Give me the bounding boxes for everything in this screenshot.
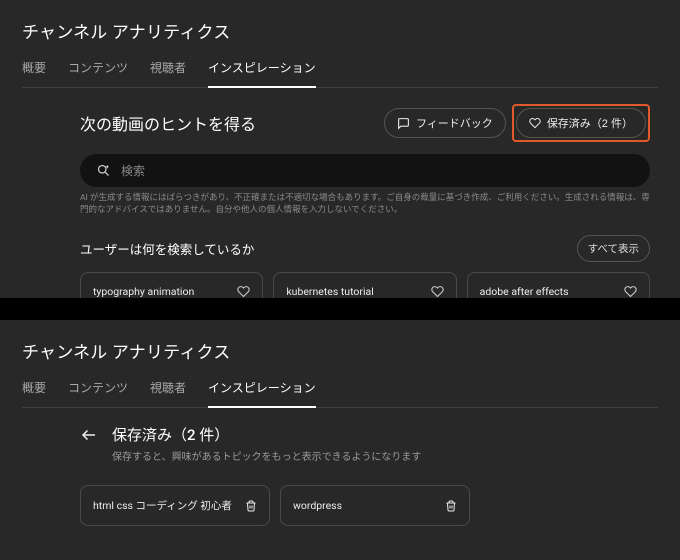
heart-icon[interactable] (237, 285, 250, 298)
chip-label: kubernetes tutorial (286, 285, 430, 298)
show-all-button-1[interactable]: すべて表示 (577, 235, 650, 262)
saved-chip[interactable]: html css コーディング 初心者 (80, 485, 270, 526)
saved-label: 保存済み（2 件） (547, 115, 633, 131)
tab-inspiration[interactable]: インスピレーション (208, 59, 316, 88)
heading-row: 次の動画のヒントを得る フィードバック 保存済み（2 件） (80, 104, 650, 142)
saved-chip[interactable]: wordpress (280, 485, 470, 526)
section-user-searches-header: ユーザーは何を検索しているか すべて表示 (80, 235, 650, 262)
search-chip[interactable]: typography animation (80, 272, 263, 298)
feedback-icon (397, 117, 410, 130)
tab-audience[interactable]: 視聴者 (150, 379, 186, 407)
chip-label: html css コーディング 初心者 (93, 498, 245, 513)
tabs-bar: 概要 コンテンツ 視聴者 インスピレーション (22, 379, 658, 408)
tab-content[interactable]: コンテンツ (68, 379, 128, 407)
heart-icon[interactable] (431, 285, 444, 298)
tabs-bar: 概要 コンテンツ 視聴者 インスピレーション (22, 59, 658, 88)
heart-icon[interactable] (624, 285, 637, 298)
chip-label: wordpress (293, 499, 445, 512)
saved-heading-row: 保存済み（2 件） 保存すると、興味があるトピックをもっと表示できるようになりま… (80, 424, 650, 481)
search-chip[interactable]: adobe after effects (467, 272, 650, 298)
ai-disclaimer: AI が生成する情報にはばらつきがあり、不正確または不適切な場合もあります。ご自… (80, 193, 650, 217)
saved-title: 保存済み（2 件） (112, 424, 421, 445)
panel-gap (0, 298, 680, 320)
inspiration-content: 次の動画のヒントを得る フィードバック 保存済み（2 件） (22, 104, 658, 298)
search-bar[interactable] (80, 154, 650, 187)
chip-label: adobe after effects (480, 285, 624, 298)
saved-subtitle: 保存すると、興味があるトピックをもっと表示できるようになります (112, 448, 421, 463)
tab-overview[interactable]: 概要 (22, 59, 46, 87)
saved-heading-block: 保存済み（2 件） 保存すると、興味があるトピックをもっと表示できるようになりま… (112, 424, 421, 481)
section-title-searches: ユーザーは何を検索しているか (80, 239, 577, 258)
tab-content[interactable]: コンテンツ (68, 59, 128, 87)
analytics-panel-top: チャンネル アナリティクス 概要 コンテンツ 視聴者 インスピレーション 次の動… (0, 0, 680, 298)
back-button[interactable] (80, 424, 98, 444)
heart-icon (529, 117, 541, 129)
section-heading: 次の動画のヒントを得る (80, 111, 384, 135)
search-input[interactable] (121, 164, 634, 178)
tab-overview[interactable]: 概要 (22, 379, 46, 407)
feedback-label: フィードバック (416, 115, 493, 131)
page-title: チャンネル アナリティクス (22, 18, 658, 43)
chip-label: typography animation (93, 285, 237, 298)
search-chip-row: typography animation kubernetes tutorial… (80, 272, 650, 298)
saved-content: 保存済み（2 件） 保存すると、興味があるトピックをもっと表示できるようになりま… (22, 424, 658, 526)
feedback-button[interactable]: フィードバック (384, 108, 506, 138)
page-title: チャンネル アナリティクス (22, 338, 658, 363)
tab-inspiration[interactable]: インスピレーション (208, 379, 316, 408)
trash-icon[interactable] (445, 500, 457, 512)
saved-chip-row: html css コーディング 初心者 wordpress (80, 485, 650, 526)
search-chip[interactable]: kubernetes tutorial (273, 272, 456, 298)
tab-audience[interactable]: 視聴者 (150, 59, 186, 87)
analytics-panel-bottom: チャンネル アナリティクス 概要 コンテンツ 視聴者 インスピレーション 保存済… (0, 320, 680, 560)
sparkle-search-icon (96, 163, 111, 178)
saved-button[interactable]: 保存済み（2 件） (516, 108, 646, 138)
saved-button-highlight: 保存済み（2 件） (512, 104, 650, 142)
trash-icon[interactable] (245, 500, 257, 512)
